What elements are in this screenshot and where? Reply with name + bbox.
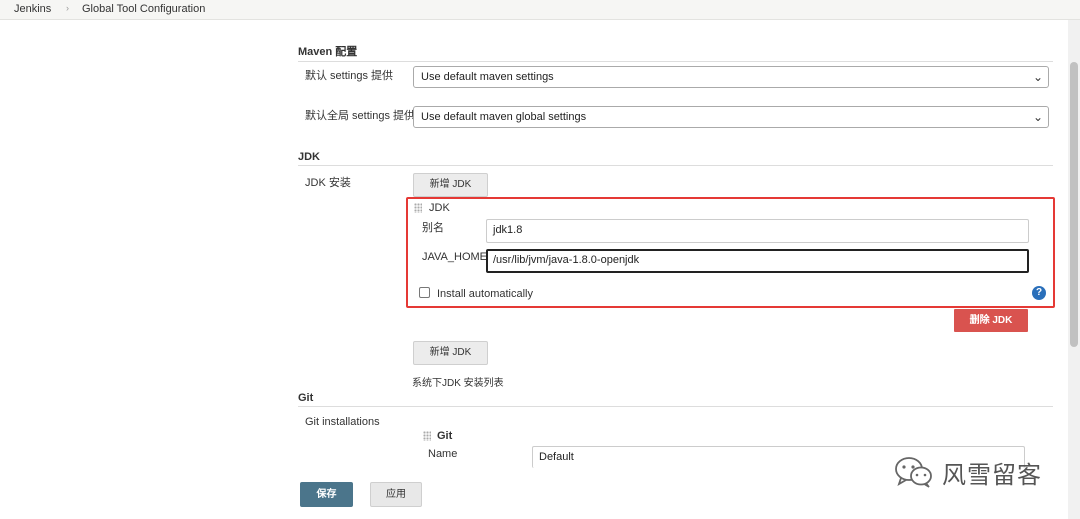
maven-settings-select[interactable]: Use default maven settings ⌄ [413, 66, 1049, 88]
jdk-alias-label: 别名 [422, 222, 444, 234]
jdk-entry-title: JDK [429, 202, 450, 214]
java-home-label: JAVA_HOME [422, 251, 487, 263]
breadcrumb-jenkins[interactable]: Jenkins [14, 3, 51, 15]
maven-global-settings-label: 默认全局 settings 提供 [305, 110, 416, 122]
help-icon[interactable]: ? [1032, 286, 1046, 300]
maven-section-header: Maven 配置 [298, 43, 1053, 62]
breadcrumb-global-tool-configuration[interactable]: Global Tool Configuration [82, 3, 205, 15]
add-jdk-button-2[interactable]: 新增 JDK [413, 341, 488, 365]
install-automatically-checkbox[interactable] [419, 287, 430, 298]
jdk-alias-value: jdk1.8 [493, 224, 523, 236]
wechat-icon [895, 457, 932, 488]
delete-jdk-button[interactable]: 删除 JDK [954, 309, 1028, 332]
scrollbar-thumb[interactable] [1070, 62, 1078, 347]
jdk-alias-input[interactable]: jdk1.8 [486, 219, 1029, 243]
git-entry-title: Git [437, 430, 453, 442]
git-name-value: Default [539, 451, 574, 463]
chevron-down-icon: ⌄ [1032, 110, 1043, 124]
drag-handle-icon[interactable] [414, 203, 422, 213]
maven-global-settings-value: Use default maven global settings [421, 111, 587, 123]
chevron-down-icon: ⌄ [1032, 70, 1043, 84]
save-button[interactable]: 保存 [300, 482, 353, 507]
git-section-header: Git [298, 392, 1053, 407]
watermark-text: 风雪留客 [942, 461, 1042, 489]
jdk-list-note: 系统下JDK 安装列表 [412, 378, 504, 389]
java-home-value: /usr/lib/jvm/java-1.8.0-openjdk [493, 254, 640, 266]
drag-handle-icon[interactable] [423, 431, 431, 441]
add-jdk-button[interactable]: 新增 JDK [413, 173, 488, 197]
maven-settings-label: 默认 settings 提供 [305, 70, 394, 82]
chevron-right-icon: › [66, 3, 69, 13]
java-home-input[interactable]: /usr/lib/jvm/java-1.8.0-openjdk [486, 249, 1029, 273]
install-automatically-label: Install automatically [437, 288, 533, 300]
git-installations-label: Git installations [305, 416, 380, 428]
jdk-install-label: JDK 安装 [305, 177, 351, 189]
maven-global-settings-select[interactable]: Use default maven global settings ⌄ [413, 106, 1049, 128]
git-name-label: Name [428, 448, 458, 460]
apply-button[interactable]: 应用 [370, 482, 422, 507]
watermark: 风雪留客 [894, 452, 1042, 492]
breadcrumb: Jenkins › Global Tool Configuration [0, 0, 1080, 20]
jdk-section-header: JDK [298, 151, 1053, 166]
maven-settings-value: Use default maven settings [421, 71, 554, 83]
